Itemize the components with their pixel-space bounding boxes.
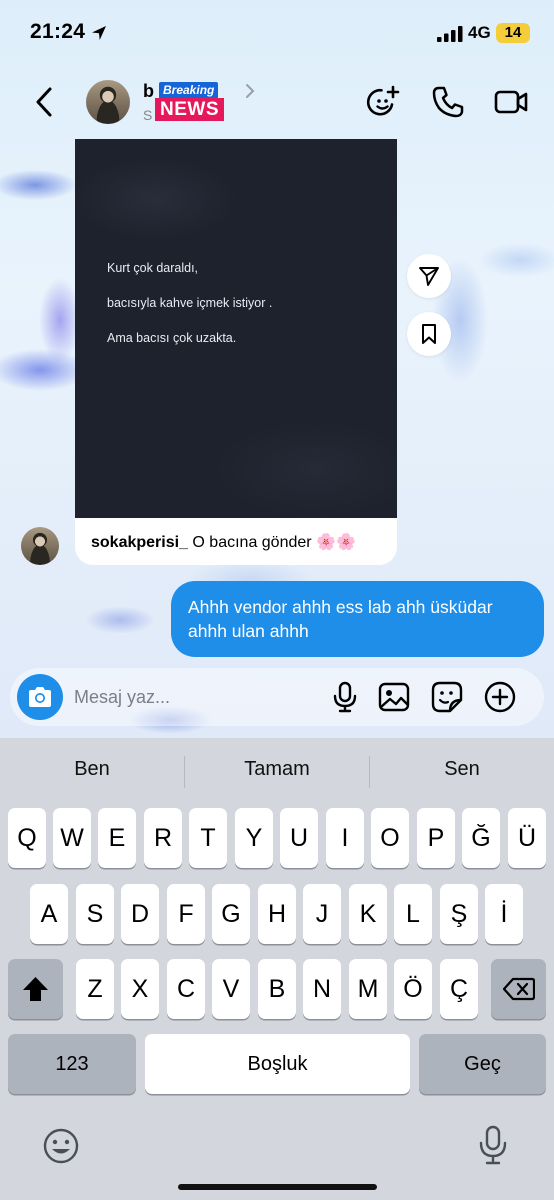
breaking-news-sticker: Breaking NEWS: [155, 82, 225, 122]
key-s-cedilla[interactable]: Ş: [440, 884, 478, 944]
key-e[interactable]: E: [98, 808, 136, 868]
message-input[interactable]: [74, 684, 294, 710]
share-button[interactable]: [407, 254, 451, 298]
post-caption: sokakperisi_ O bacına gönder 🌸🌸: [91, 532, 356, 552]
video-call-icon[interactable]: [493, 84, 529, 120]
key-z[interactable]: Z: [76, 959, 114, 1019]
key-y[interactable]: Y: [235, 808, 273, 868]
key-t[interactable]: T: [189, 808, 227, 868]
shared-post[interactable]: Kurt çok daraldı, bacısıyla kahve içmek …: [75, 139, 397, 565]
key-b[interactable]: B: [258, 959, 296, 1019]
key-j[interactable]: J: [303, 884, 341, 944]
emoji-keyboard-icon[interactable]: [42, 1127, 80, 1165]
microphone-icon[interactable]: [328, 680, 362, 714]
sticker-top-text: Breaking: [159, 82, 219, 99]
suggestion-item[interactable]: Ben: [0, 758, 184, 781]
shift-key[interactable]: [8, 959, 63, 1019]
key-d[interactable]: D: [121, 884, 159, 944]
home-indicator[interactable]: [178, 1184, 377, 1190]
sticker-effects-icon[interactable]: [366, 84, 402, 120]
key-u[interactable]: U: [280, 808, 318, 868]
key-n[interactable]: N: [303, 959, 341, 1019]
gallery-icon[interactable]: [377, 680, 411, 714]
chat-area[interactable]: 21:24 4G 14 b kftr S Breaking NEWS: [0, 0, 554, 738]
sticker-icon[interactable]: [430, 680, 464, 714]
chevron-right-icon[interactable]: [244, 83, 256, 99]
key-g[interactable]: G: [212, 884, 250, 944]
dictation-mic-icon[interactable]: [478, 1125, 508, 1165]
key-s[interactable]: S: [76, 884, 114, 944]
key-g-breve[interactable]: Ğ: [462, 808, 500, 868]
battery-indicator: 14: [496, 23, 530, 43]
key-k[interactable]: K: [349, 884, 387, 944]
outgoing-message[interactable]: Ahhh vendor ahhh ess lab ahh üsküdar ahh…: [171, 581, 544, 657]
keyboard: Ben Tamam Sen Q W E R T Y U I O P Ğ Ü A …: [0, 738, 554, 1200]
network-type: 4G: [468, 23, 491, 42]
camera-icon: [29, 687, 51, 707]
key-o[interactable]: O: [371, 808, 409, 868]
key-v[interactable]: V: [212, 959, 250, 1019]
key-c[interactable]: C: [167, 959, 205, 1019]
add-icon[interactable]: [483, 680, 517, 714]
space-key[interactable]: Boşluk: [145, 1034, 410, 1094]
message-composer: [10, 668, 544, 726]
post-image[interactable]: Kurt çok daraldı, bacısıyla kahve içmek …: [75, 139, 397, 518]
back-button[interactable]: [30, 84, 60, 120]
key-f[interactable]: F: [167, 884, 205, 944]
key-u-umlaut[interactable]: Ü: [508, 808, 546, 868]
save-button[interactable]: [407, 312, 451, 356]
shift-icon: [23, 977, 48, 1001]
sticker-bottom-text: NEWS: [155, 98, 224, 121]
status-time: 21:24: [30, 20, 86, 43]
key-a[interactable]: A: [30, 884, 68, 944]
bookmark-icon: [422, 324, 436, 344]
suggestion-item[interactable]: Tamam: [185, 758, 369, 781]
return-key[interactable]: Geç: [419, 1034, 546, 1094]
caption-username[interactable]: sokakperisi_: [91, 534, 188, 551]
post-text-line: Ama bacısı çok uzakta.: [107, 331, 237, 345]
key-r[interactable]: R: [144, 808, 182, 868]
send-icon: [419, 267, 439, 286]
status-bar: 21:24 4G 14: [0, 0, 554, 66]
key-i-dot[interactable]: İ: [485, 884, 523, 944]
key-x[interactable]: X: [121, 959, 159, 1019]
backspace-icon: [503, 977, 535, 1001]
battery-level: 14: [504, 24, 522, 41]
location-arrow-icon: [92, 26, 106, 40]
key-o-umlaut[interactable]: Ö: [394, 959, 432, 1019]
key-c-cedilla[interactable]: Ç: [440, 959, 478, 1019]
key-m[interactable]: M: [349, 959, 387, 1019]
numbers-key[interactable]: 123: [8, 1034, 136, 1094]
delete-key[interactable]: [491, 959, 546, 1019]
phone-call-icon[interactable]: [430, 84, 466, 120]
camera-button[interactable]: [17, 674, 63, 720]
contact-avatar[interactable]: [86, 80, 130, 124]
post-text-line: bacısıyla kahve içmek istiyor .: [107, 296, 273, 310]
suggestion-bar: Ben Tamam Sen: [0, 738, 554, 804]
key-h[interactable]: H: [258, 884, 296, 944]
contact-subtitle: S: [143, 107, 153, 123]
key-q[interactable]: Q: [8, 808, 46, 868]
chat-header: b kftr S Breaking NEWS: [0, 66, 554, 138]
caption-text: O bacına gönder: [192, 534, 312, 551]
suggestion-item[interactable]: Sen: [370, 758, 554, 781]
key-i[interactable]: I: [326, 808, 364, 868]
caption-emoji: 🌸🌸: [316, 534, 356, 551]
post-text-line: Kurt çok daraldı,: [107, 261, 199, 275]
sender-avatar[interactable]: [21, 527, 59, 565]
key-p[interactable]: P: [417, 808, 455, 868]
cellular-signal-icon: [437, 26, 463, 42]
key-w[interactable]: W: [53, 808, 91, 868]
key-l[interactable]: L: [394, 884, 432, 944]
